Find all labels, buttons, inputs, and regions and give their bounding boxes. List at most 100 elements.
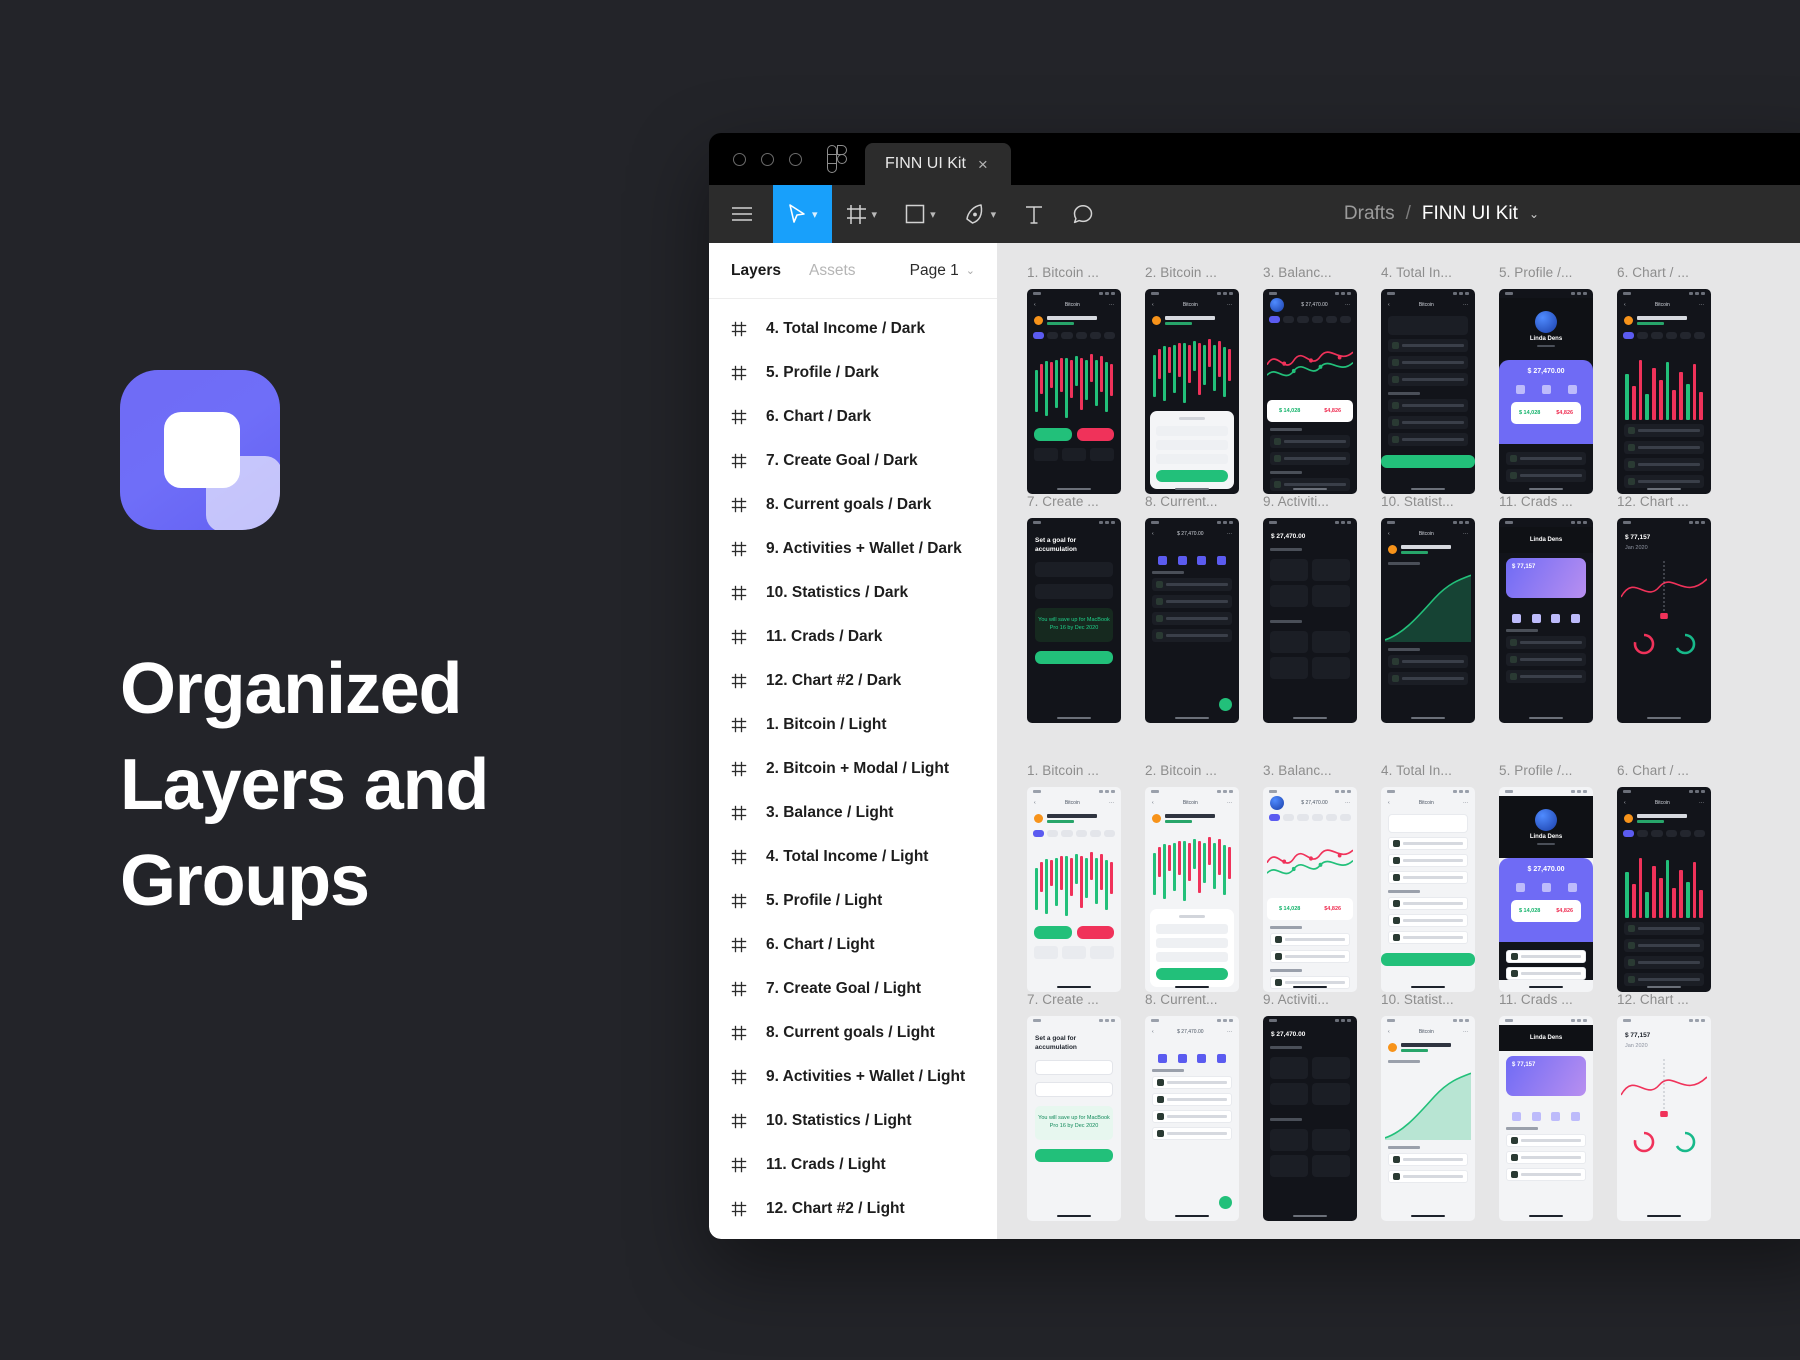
list-item[interactable]	[1388, 672, 1468, 685]
frame-label[interactable]: 11. Crads ...	[1499, 494, 1617, 518]
phone-frame-chart2[interactable]: $ 77,157 Jan 2020	[1617, 518, 1711, 723]
phone-frame-candles[interactable]: ‹ Bitcoin ···	[1027, 787, 1121, 992]
phone-frame-goal[interactable]: Set a goal for accumulation You will save…	[1027, 518, 1121, 723]
list-item[interactable]	[1388, 399, 1468, 412]
activity-grid[interactable]	[1263, 1050, 1357, 1112]
list-item[interactable]	[1624, 956, 1704, 969]
list-item[interactable]	[1152, 595, 1232, 608]
list-item[interactable]	[1506, 950, 1586, 963]
phone-frame-activities[interactable]: $ 27,470.00	[1263, 518, 1357, 723]
main-menu-button[interactable]	[709, 185, 773, 243]
list-item[interactable]	[1388, 837, 1468, 850]
list-item[interactable]	[1506, 1151, 1586, 1164]
frame-label[interactable]: 5. Profile /...	[1499, 265, 1617, 289]
layer-row[interactable]: 11. Crads / Dark	[709, 615, 997, 659]
frame-thumbnail[interactable]: 9. Activiti... $ 27,470.00	[1263, 494, 1381, 723]
list-item[interactable]	[1270, 950, 1350, 963]
phone-frame-modal[interactable]: ‹ Bitcoin ···	[1145, 787, 1239, 992]
frame-thumbnail[interactable]: 3. Balanc... $ 27,470.00 ··· $ 14,028 $4,826	[1263, 763, 1381, 992]
list-item[interactable]	[1388, 871, 1468, 884]
layer-row[interactable]: 6. Chart / Dark	[709, 395, 997, 439]
list-item[interactable]	[1506, 670, 1586, 683]
list-item[interactable]	[1152, 1127, 1232, 1140]
frame-label[interactable]: 9. Activiti...	[1263, 494, 1381, 518]
frame-label[interactable]: 3. Balanc...	[1263, 265, 1381, 289]
layer-row[interactable]: 12. Chart #2 / Light	[709, 1187, 997, 1231]
phone-frame-goals[interactable]: ‹ $ 27,470.00 ···	[1145, 518, 1239, 723]
chevron-down-icon[interactable]: ⌄	[1529, 207, 1539, 221]
add-goal-fab[interactable]	[1219, 1196, 1232, 1209]
layer-row[interactable]: 12. Chart #2 / Dark	[709, 659, 997, 703]
list-item[interactable]	[1270, 435, 1350, 448]
page-selector[interactable]: Page 1 ⌄	[910, 262, 975, 280]
layer-row[interactable]: 9. Activities + Wallet / Light	[709, 1055, 997, 1099]
frame-thumbnail[interactable]: 10. Statist... ‹ Bitcoin ···	[1381, 494, 1499, 723]
list-item[interactable]	[1388, 373, 1468, 386]
frame-label[interactable]: 12. Chart ...	[1617, 494, 1735, 518]
layer-row[interactable]: 4. Total Income / Light	[709, 835, 997, 879]
frame-thumbnail[interactable]: 3. Balanc... $ 27,470.00 ··· $ 14,028 $4,826	[1263, 265, 1381, 494]
frame-label[interactable]: 7. Create ...	[1027, 494, 1145, 518]
layer-row[interactable]: 10. Statistics / Dark	[709, 571, 997, 615]
list-item[interactable]	[1388, 1153, 1468, 1166]
tab-layers[interactable]: Layers	[731, 262, 781, 280]
frame-label[interactable]: 1. Bitcoin ...	[1027, 763, 1145, 787]
list-item[interactable]	[1388, 914, 1468, 927]
add-goal-fab[interactable]	[1219, 698, 1232, 711]
layer-row[interactable]: 11. Crads / Light	[709, 1143, 997, 1187]
frame-label[interactable]: 6. Chart / ...	[1617, 265, 1735, 289]
frame-thumbnail[interactable]: 11. Crads ... Linda Dens $ 77,157	[1499, 494, 1617, 723]
frame-thumbnail[interactable]: 4. Total In... ‹ Bitcoin ···	[1381, 763, 1499, 992]
phone-frame-profile[interactable]: Linda Dens $ 27,470.00 $ 14,028 $4,826	[1499, 289, 1593, 494]
frame-thumbnail[interactable]: 5. Profile /... Linda Dens $ 27,470.00 $ 14…	[1499, 265, 1617, 494]
add-income-button[interactable]	[1381, 455, 1475, 468]
frame-label[interactable]: 2. Bitcoin ...	[1145, 265, 1263, 289]
list-item[interactable]	[1270, 452, 1350, 465]
phone-frame-cards[interactable]: Linda Dens $ 77,157	[1499, 1016, 1593, 1221]
chevron-down-icon[interactable]: ▾	[930, 208, 936, 221]
frame-thumbnail[interactable]: 9. Activiti... $ 27,470.00	[1263, 992, 1381, 1221]
layer-row[interactable]: 8. Current goals / Dark	[709, 483, 997, 527]
frame-label[interactable]: 8. Current...	[1145, 992, 1263, 1016]
create-goal-button[interactable]	[1035, 1148, 1113, 1162]
frame-label[interactable]: 1. Bitcoin ...	[1027, 265, 1145, 289]
phone-frame-chart2[interactable]: $ 77,157 Jan 2020	[1617, 1016, 1711, 1221]
frame-thumbnail[interactable]: 1. Bitcoin ... ‹ Bitcoin ···	[1027, 763, 1145, 992]
layer-row[interactable]: 4. Total Income / Dark	[709, 307, 997, 351]
list-item[interactable]	[1152, 612, 1232, 625]
frame-label[interactable]: 9. Activiti...	[1263, 992, 1381, 1016]
phone-frame-bars[interactable]: ‹ Bitcoin ···	[1617, 787, 1711, 992]
phone-frame-profile[interactable]: Linda Dens $ 27,470.00 $ 14,028 $4,826	[1499, 787, 1593, 992]
phone-frame-goal[interactable]: Set a goal for accumulation You will save…	[1027, 1016, 1121, 1221]
list-item[interactable]	[1388, 854, 1468, 867]
frame-label[interactable]: 11. Crads ...	[1499, 992, 1617, 1016]
chevron-down-icon[interactable]: ▾	[812, 208, 818, 221]
list-item[interactable]	[1388, 356, 1468, 369]
phone-frame-stats[interactable]: ‹ Bitcoin ···	[1381, 518, 1475, 723]
frame-label[interactable]: 3. Balanc...	[1263, 763, 1381, 787]
frame-thumbnail[interactable]: 2. Bitcoin ... ‹ Bitcoin ···	[1145, 265, 1263, 494]
layer-row[interactable]: 2. Bitcoin + Modal / Light	[709, 747, 997, 791]
list-item[interactable]	[1506, 1168, 1586, 1181]
text-tool-button[interactable]	[1010, 185, 1058, 243]
add-income-button[interactable]	[1381, 953, 1475, 966]
comment-tool-button[interactable]	[1058, 185, 1108, 243]
phone-frame-balance[interactable]: $ 27,470.00 ··· $ 14,028 $4,826	[1263, 289, 1357, 494]
frame-thumbnail[interactable]: 8. Current... ‹ $ 27,470.00 ···	[1145, 992, 1263, 1221]
phone-frame-goals[interactable]: ‹ $ 27,470.00 ···	[1145, 1016, 1239, 1221]
file-tab[interactable]: FINN UI Kit ×	[865, 143, 1011, 185]
pen-tool-button[interactable]: ▾	[950, 185, 1011, 243]
frame-label[interactable]: 7. Create ...	[1027, 992, 1145, 1016]
layer-row[interactable]: 5. Profile / Dark	[709, 351, 997, 395]
frame-thumbnail[interactable]: 7. Create ... Set a goal for accumulation…	[1027, 494, 1145, 723]
list-item[interactable]	[1388, 931, 1468, 944]
layer-row[interactable]: 10. Statistics / Light	[709, 1099, 997, 1143]
move-tool-button[interactable]: ▾	[773, 185, 832, 243]
phone-frame-income[interactable]: ‹ Bitcoin ···	[1381, 787, 1475, 992]
close-icon[interactable]: ×	[978, 156, 988, 173]
credit-card[interactable]: $ 77,157	[1506, 558, 1586, 598]
list-item[interactable]	[1624, 973, 1704, 986]
frame-thumbnail[interactable]: 6. Chart / ... ‹ Bitcoin ···	[1617, 265, 1735, 494]
zoom-window-button[interactable]	[789, 152, 802, 166]
list-item[interactable]	[1152, 629, 1232, 642]
